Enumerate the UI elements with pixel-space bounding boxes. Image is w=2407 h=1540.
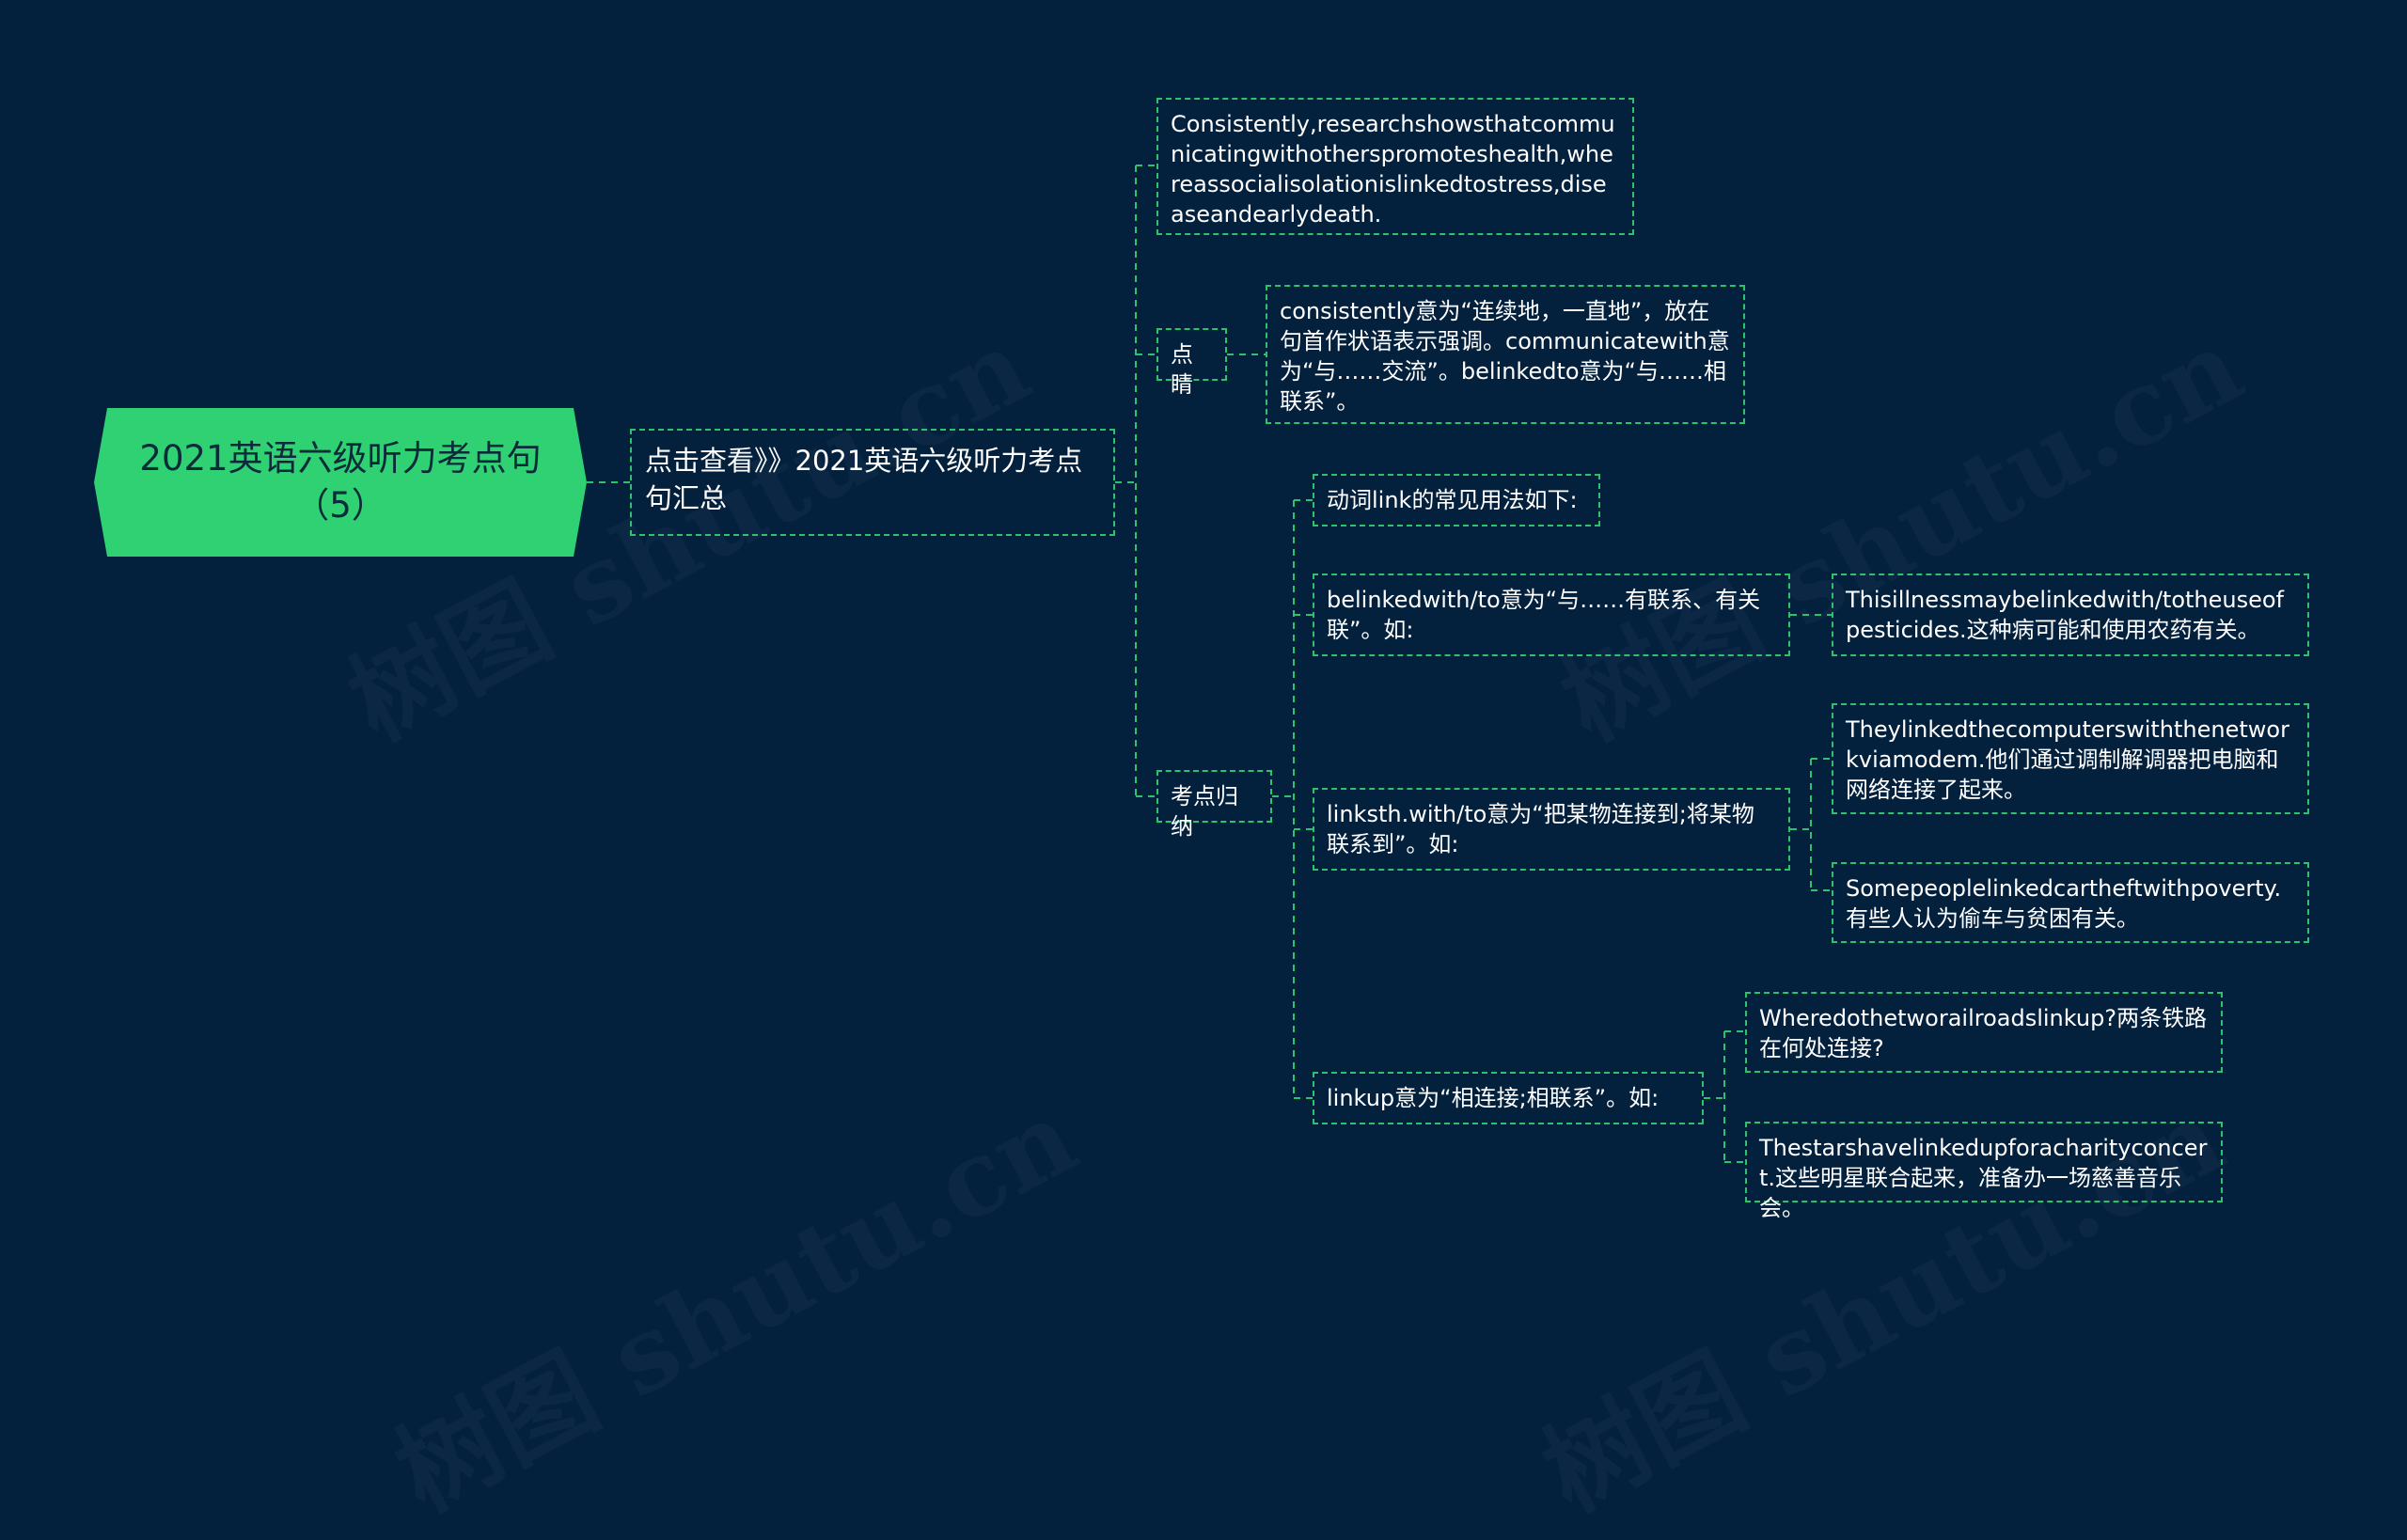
mindmap-canvas: 树图 shutu.cn 树图 shutu.cn 树图 shutu.cn 树图 s… [0, 0, 2407, 1300]
usage3-node[interactable]: linkup意为“相连接;相联系”。如: [1313, 1072, 1704, 1124]
usage2-example1-text: Theylinkedthecomputerswiththenetworkviam… [1846, 716, 2289, 803]
usage1-text: belinkedwith/to意为“与……有联系、有关联”。如: [1327, 587, 1761, 643]
usage2-example2-node[interactable]: Somepeoplelinkedcartheftwithpoverty.有些人认… [1832, 862, 2309, 943]
usage2-text: linksth.with/to意为“把某物连接到;将某物联系到”。如: [1327, 801, 1754, 857]
sentence-node[interactable]: Consistently,researchshowsthatcommunicat… [1156, 98, 1634, 235]
usage3-text: linkup意为“相连接;相联系”。如: [1327, 1085, 1660, 1111]
root-title: 2021英语六级听力考点句（5） [139, 438, 542, 526]
dianjing-label: 点睛 [1171, 341, 1193, 398]
sentence-text: Consistently,researchshowsthatcommunicat… [1171, 111, 1615, 228]
dianjing-content-text: consistently意为“连续地，一直地”，放在句首作状语表示强调。comm… [1280, 298, 1730, 415]
usage1-example-text: Thisillnessmaybelinkedwith/totheuseofpes… [1846, 587, 2285, 643]
intro-text: 动词link的常见用法如下: [1327, 487, 1578, 513]
intro-node[interactable]: 动词link的常见用法如下: [1313, 474, 1600, 526]
usage2-node[interactable]: linksth.with/to意为“把某物连接到;将某物联系到”。如: [1313, 788, 1790, 871]
usage3-example2-node[interactable]: Thestarshavelinkedupforacharityconcert.这… [1745, 1122, 2223, 1221]
dianjing-content-node[interactable]: consistently意为“连续地，一直地”，放在句首作状语表示强调。comm… [1266, 285, 1745, 424]
dianjing-node[interactable]: 点睛 [1156, 328, 1227, 398]
link-node-text: 点击查看》》2021英语六级听力考点句汇总 [645, 445, 1083, 514]
usage2-example1-node[interactable]: Theylinkedthecomputerswiththenetworkviam… [1832, 703, 2309, 814]
link-node[interactable]: 点击查看》》2021英语六级听力考点句汇总 [630, 429, 1115, 536]
usage3-example1-node[interactable]: Wheredothetworailroadslinkup?两条铁路在何处连接? [1745, 992, 2223, 1073]
usage3-example1-text: Wheredothetworailroadslinkup?两条铁路在何处连接? [1759, 1005, 2208, 1061]
root-node[interactable]: 2021英语六级听力考点句（5） [94, 408, 587, 557]
kaodian-node[interactable]: 考点归纳 [1156, 770, 1272, 840]
usage2-example2-text: Somepeoplelinkedcartheftwithpoverty.有些人认… [1846, 875, 2282, 932]
usage1-node[interactable]: belinkedwith/to意为“与……有联系、有关联”。如: [1313, 574, 1790, 656]
usage1-example-node[interactable]: Thisillnessmaybelinkedwith/totheuseofpes… [1832, 574, 2309, 656]
